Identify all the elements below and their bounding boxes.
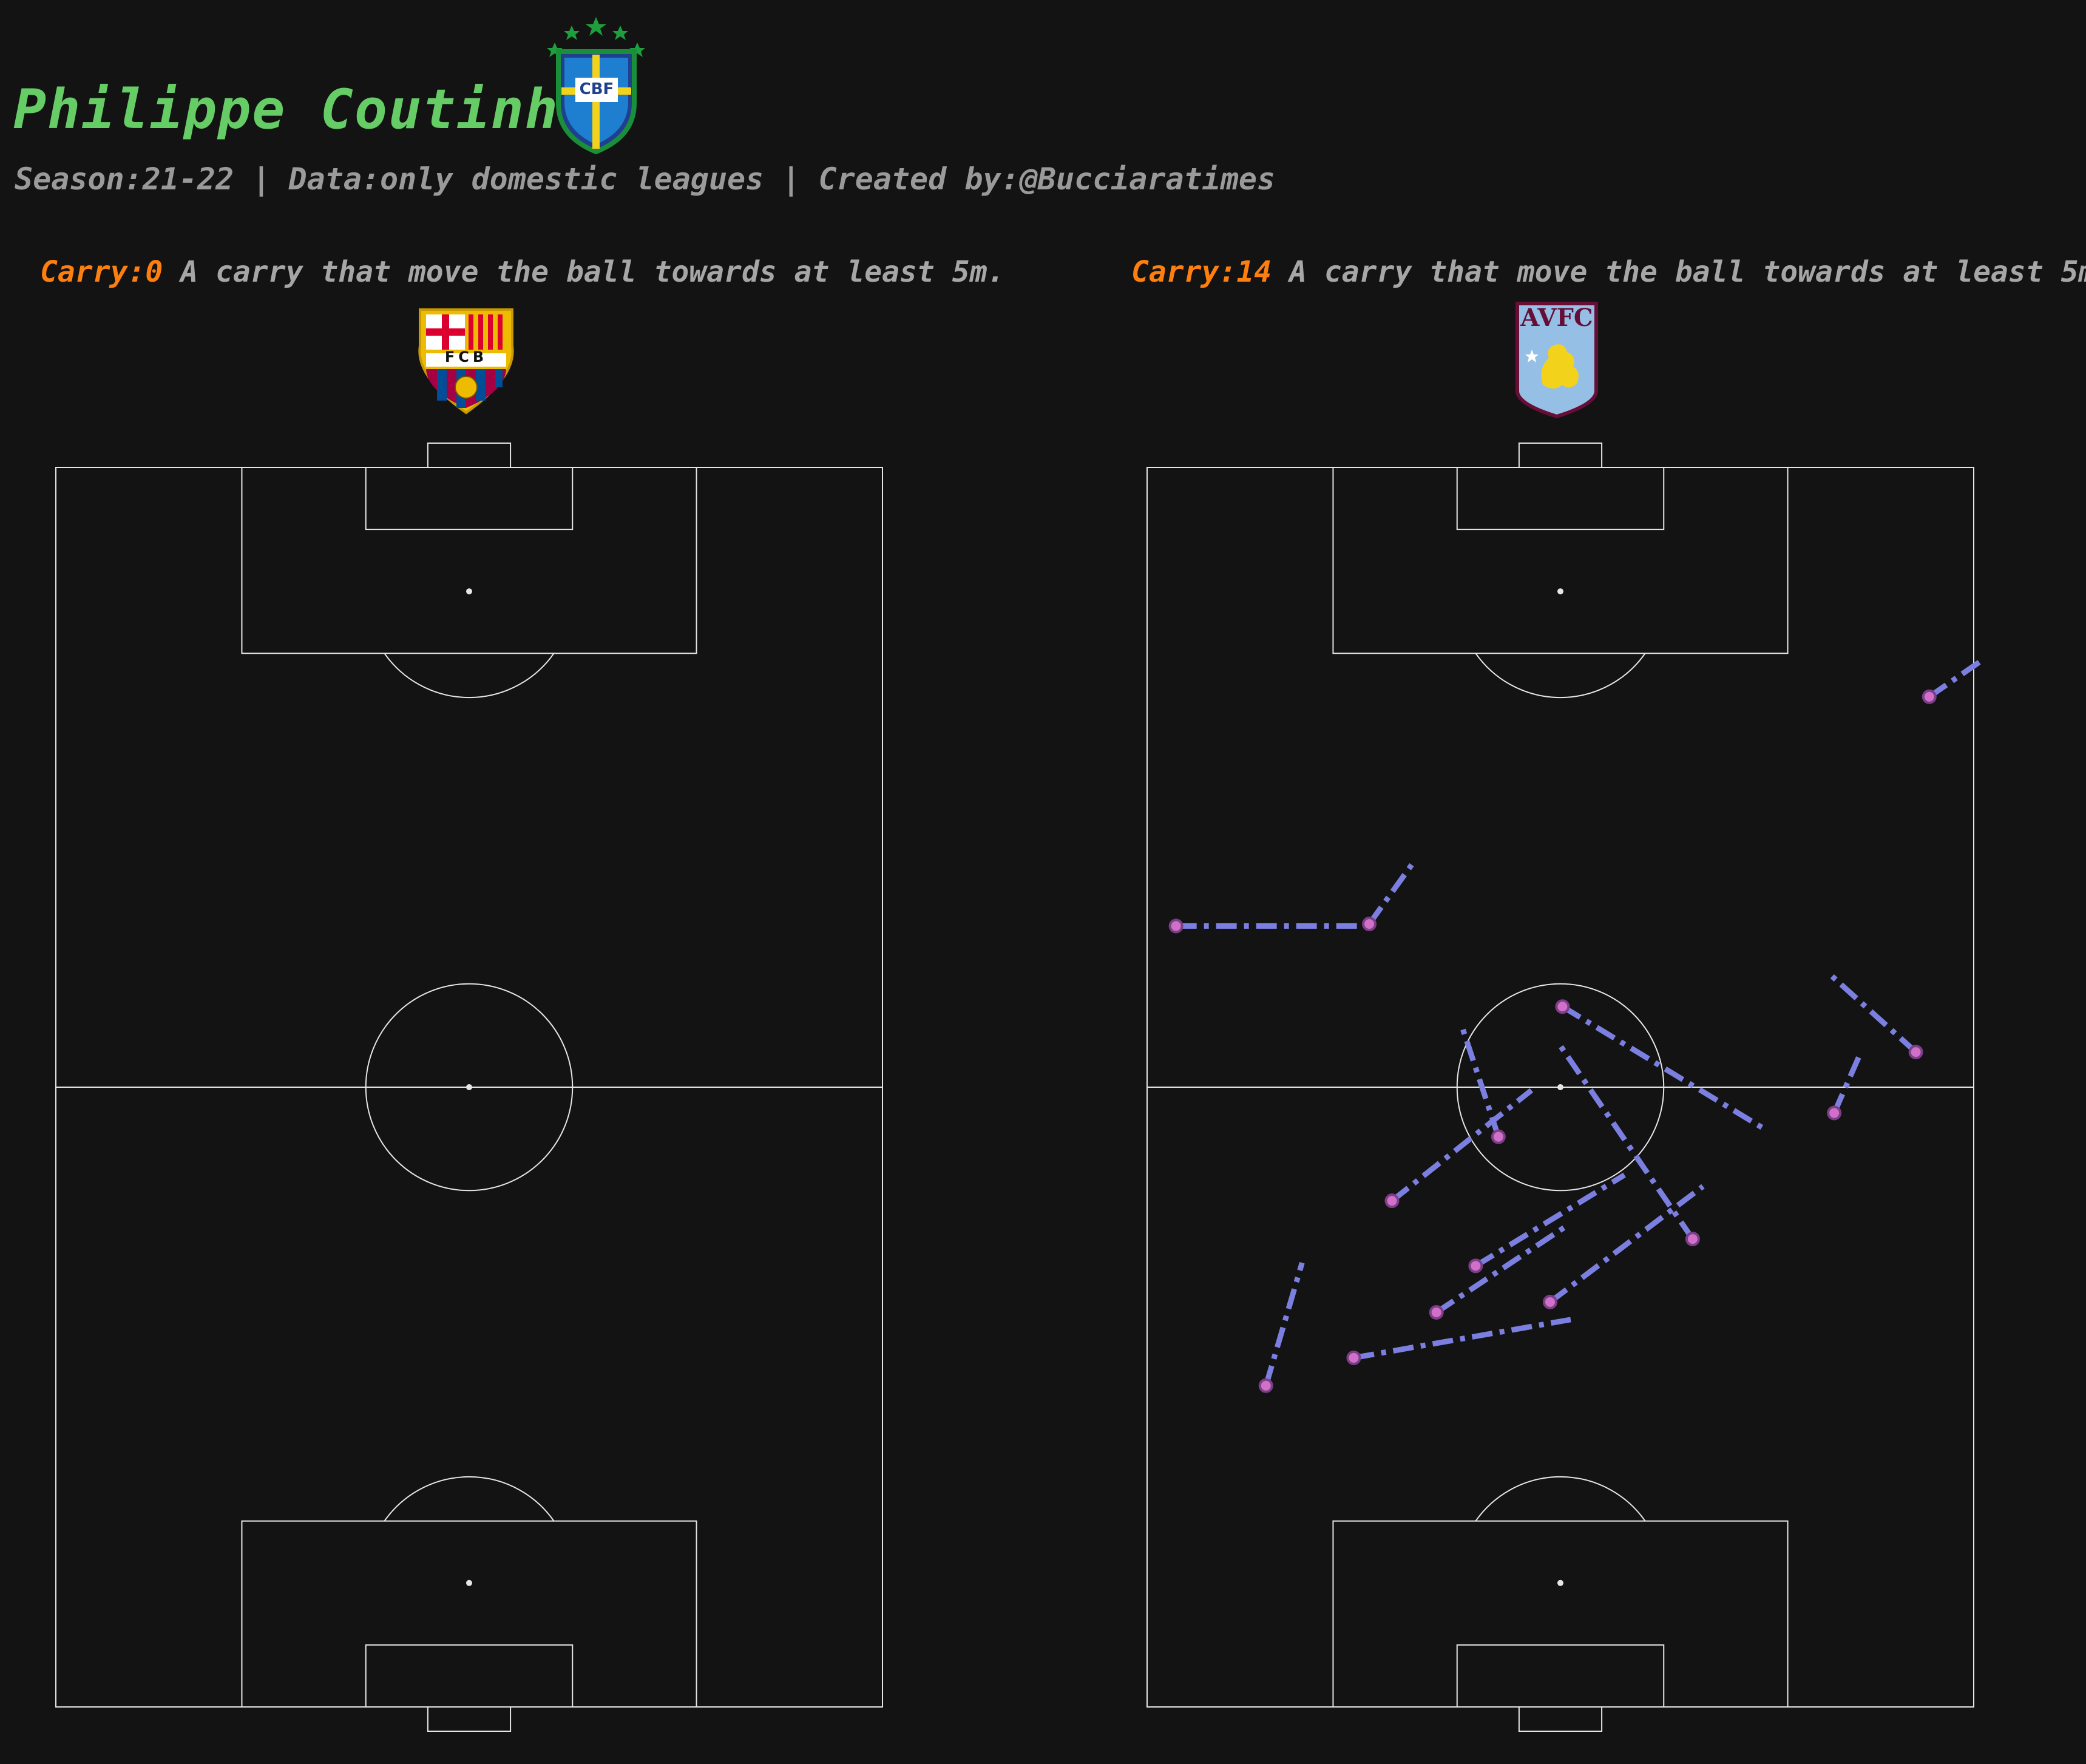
goal-top (427, 443, 512, 468)
pitch-right (1146, 443, 1983, 1732)
carry-line-12 (1353, 1317, 1571, 1361)
centre-spot (1557, 1084, 1563, 1090)
carry-line-1 (1928, 656, 1983, 699)
carry-start-point-12 (1346, 1350, 1361, 1365)
penalty-box-bottom (1332, 1520, 1789, 1708)
goal-top (1518, 443, 1603, 468)
six-yard-box-bottom (365, 1644, 574, 1708)
right-caption: Carry:14 A carry that move the ball towa… (1131, 255, 2086, 289)
penalty-arc-top (384, 653, 555, 698)
pitch-left (55, 443, 883, 1732)
centre-spot (466, 1084, 472, 1090)
page-subtitle: Season:21-22 | Data:only domestic league… (15, 161, 1276, 197)
left-caption: Carry:0 A carry that move the ball towar… (40, 255, 1004, 289)
page-title: Philippe Coutinho (13, 78, 594, 141)
carry-start-point-10 (1827, 1105, 1842, 1121)
carry-line-2 (1390, 1088, 1534, 1203)
penalty-arc-top (1475, 653, 1646, 698)
penalty-spot-bottom (466, 1579, 472, 1586)
carry-start-point-7 (1362, 917, 1377, 932)
penalty-box-bottom (241, 1520, 697, 1708)
cbf-crest-label: CBF (579, 80, 614, 98)
penalty-box-top (241, 467, 697, 654)
carry-line-14 (1827, 971, 1918, 1054)
carry-start-point-1 (1922, 689, 1937, 704)
carry-line-5 (1459, 1026, 1502, 1138)
fc-barcelona-crest-label: FCB (444, 348, 488, 365)
six-yard-box-top (1456, 467, 1665, 531)
left-caption-text: A carry that move the ball towards at le… (163, 255, 1005, 289)
goal-bottom (427, 1706, 512, 1732)
six-yard-box-bottom (1456, 1644, 1665, 1708)
carry-start-point-13 (1429, 1304, 1444, 1320)
carry-line-9 (1561, 1004, 1769, 1133)
carry-line-7 (1367, 860, 1416, 926)
carry-start-point-11 (1258, 1378, 1273, 1393)
carry-start-point-8 (1685, 1232, 1700, 1247)
carry-line-3 (1548, 1184, 1705, 1304)
carry-line-4 (1474, 1172, 1626, 1269)
carry-start-point-14 (1908, 1045, 1923, 1060)
goal-bottom (1518, 1706, 1603, 1732)
penalty-box-top (1332, 467, 1789, 654)
penalty-spot-bottom (1557, 1579, 1563, 1586)
carry-line-10 (1832, 1053, 1863, 1114)
penalty-arc-bottom (1475, 1476, 1646, 1522)
carry-start-point-2 (1384, 1193, 1400, 1209)
carry-start-point-3 (1542, 1294, 1557, 1309)
carry-start-point-4 (1468, 1258, 1483, 1274)
carry-start-point-5 (1491, 1129, 1506, 1144)
figure: Philippe Coutinho CBF Season:21-22 | Dat… (0, 0, 2086, 1764)
right-caption-text: A carry that move the ball towards at le… (1272, 255, 2086, 289)
aston-villa-crest-label: AVFC (1520, 304, 1593, 332)
carry-start-point-9 (1555, 999, 1570, 1014)
carry-start-point-6 (1168, 918, 1184, 934)
left-carry-count: Carry:0 (40, 255, 163, 289)
penalty-spot-top (1557, 588, 1563, 595)
penalty-arc-bottom (384, 1476, 555, 1522)
carry-line-11 (1263, 1262, 1305, 1387)
penalty-spot-top (466, 588, 472, 595)
six-yard-box-top (365, 467, 574, 531)
right-carry-count: Carry:14 (1131, 255, 1272, 289)
